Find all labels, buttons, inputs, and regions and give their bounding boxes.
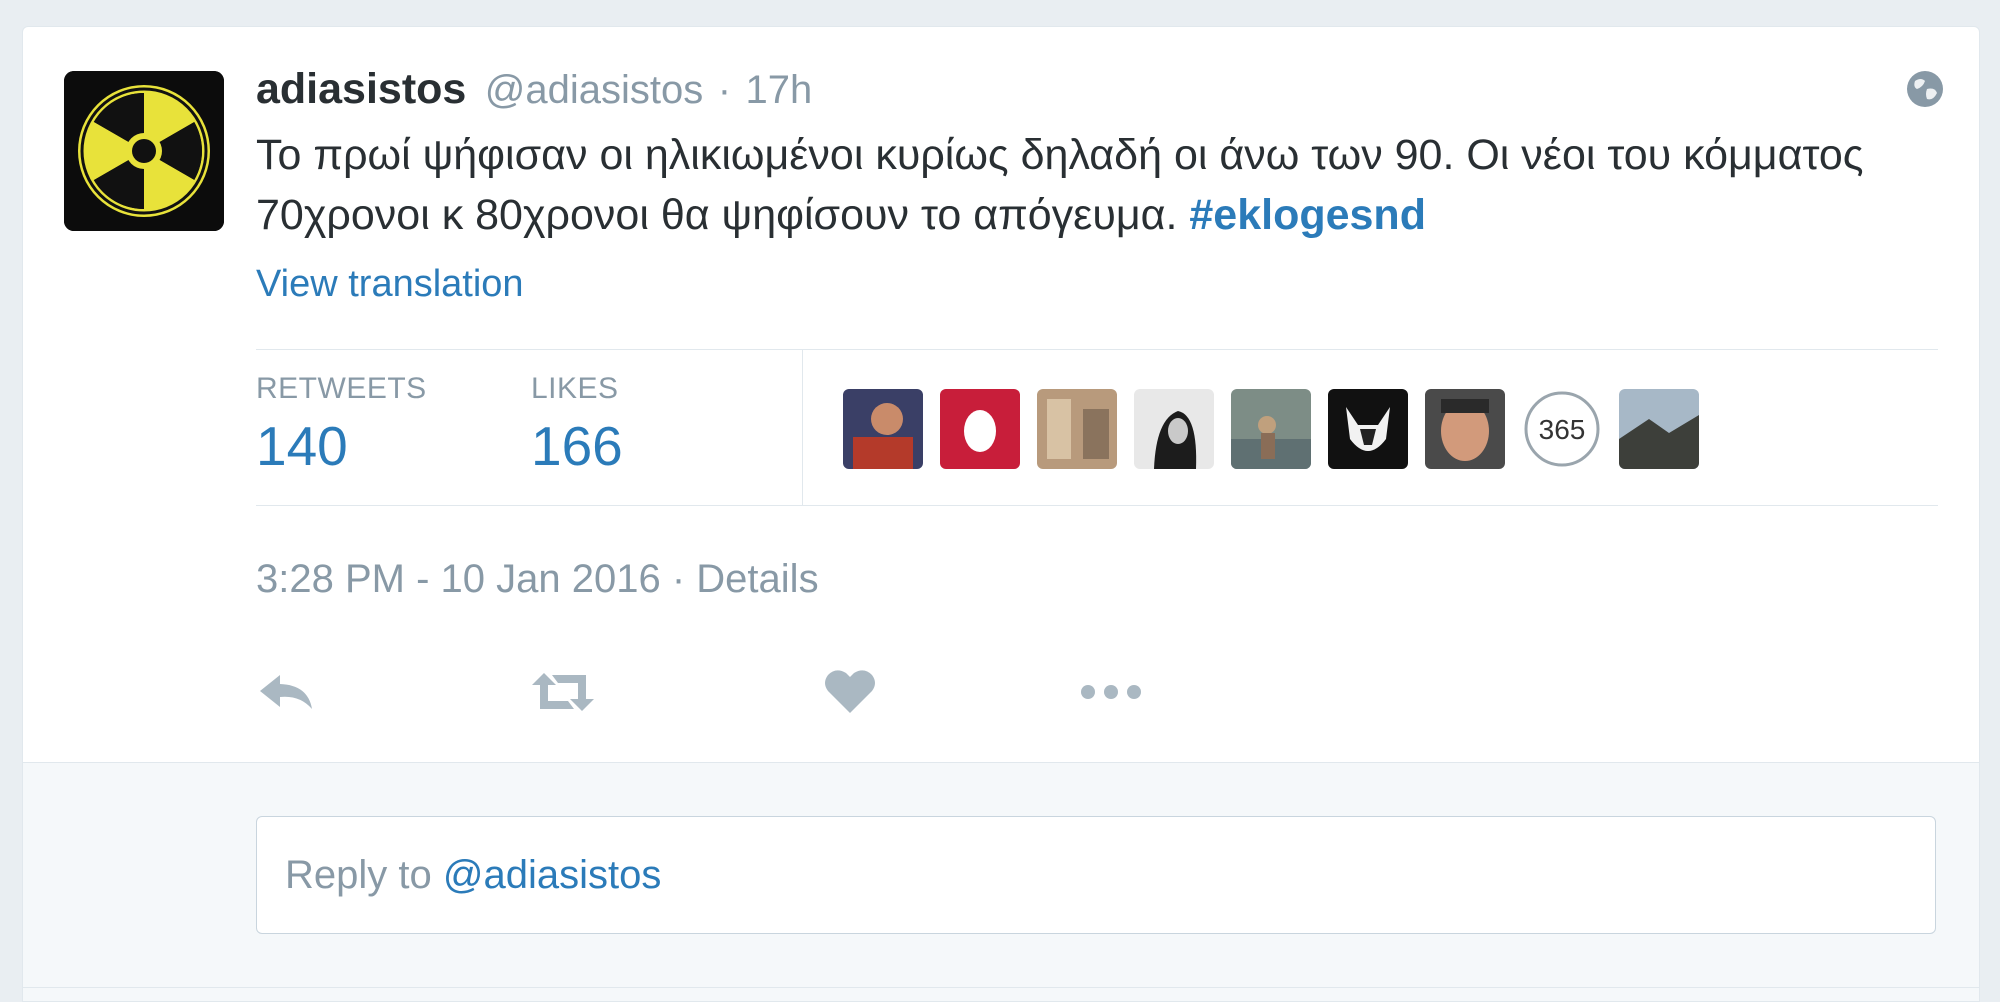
globe-icon[interactable] xyxy=(1905,69,1945,109)
tweet-card: adiasistos @adiasistos · 17h Το πρωί ψήφ… xyxy=(22,26,1980,1002)
retweets-stat[interactable]: RETWEETS 140 xyxy=(256,372,427,478)
timestamp-text[interactable]: 3:28 PM - 10 Jan 2016 xyxy=(256,557,661,601)
reply-bottom-divider xyxy=(23,987,1979,988)
liker-avatars: 365 xyxy=(843,389,1699,469)
liker-avatar-4[interactable] xyxy=(1134,389,1214,469)
tweet-text: Το πρωί ψήφισαν οι ηλικιωμένοι κυρίως δη… xyxy=(256,125,1906,245)
tweet-time-ago[interactable]: 17h xyxy=(746,68,813,112)
liker-avatar-3[interactable] xyxy=(1037,389,1117,469)
stats-divider-bottom xyxy=(256,505,1938,506)
reply-input[interactable]: Reply to @adiasistos xyxy=(256,816,1936,934)
details-link[interactable]: Details xyxy=(696,557,818,601)
liker-avatar-7[interactable] xyxy=(1425,389,1505,469)
liker-avatar-5[interactable] xyxy=(1231,389,1311,469)
stats-divider-top xyxy=(256,349,1938,350)
reply-icon[interactable] xyxy=(256,667,316,717)
view-translation-link[interactable]: View translation xyxy=(256,263,524,306)
liker-avatar-1[interactable] xyxy=(843,389,923,469)
reply-mention: @adiasistos xyxy=(442,853,662,897)
liker-avatar-6[interactable] xyxy=(1328,389,1408,469)
reply-placeholder: Reply to @adiasistos xyxy=(285,853,661,898)
avatar-365-text: 365 xyxy=(1539,414,1586,445)
tweet-timestamp: 3:28 PM - 10 Jan 2016 · Details xyxy=(256,557,819,602)
hashtag-link[interactable]: #eklogesnd xyxy=(1189,191,1426,239)
stats-divider-vertical xyxy=(802,349,803,505)
likes-stat[interactable]: LIKES 166 xyxy=(531,372,623,478)
liker-avatar-8[interactable]: 365 xyxy=(1522,389,1602,469)
reply-prefix: Reply to xyxy=(285,853,432,897)
reply-area: Reply to @adiasistos xyxy=(23,762,1979,1001)
retweet-icon[interactable] xyxy=(528,667,598,717)
tweet-header: adiasistos @adiasistos · 17h xyxy=(256,65,812,125)
liker-avatar-2[interactable] xyxy=(940,389,1020,469)
likes-count: 166 xyxy=(531,415,623,477)
liker-avatar-9[interactable] xyxy=(1619,389,1699,469)
author-username[interactable]: @adiasistos xyxy=(485,68,703,112)
tweet-body: Το πρωί ψήφισαν οι ηλικιωμένοι κυρίως δη… xyxy=(256,131,1864,239)
more-dots-icon[interactable] xyxy=(1078,667,1144,717)
header-separator: · xyxy=(717,68,732,112)
author-avatar[interactable] xyxy=(64,71,224,231)
author-fullname[interactable]: adiasistos xyxy=(256,65,466,113)
likes-label: LIKES xyxy=(531,372,619,405)
retweets-label: RETWEETS xyxy=(256,372,427,405)
timestamp-separator: · xyxy=(671,557,686,601)
radiation-symbol-icon xyxy=(64,71,224,231)
retweets-count: 140 xyxy=(256,415,348,477)
heart-icon[interactable] xyxy=(822,667,878,717)
